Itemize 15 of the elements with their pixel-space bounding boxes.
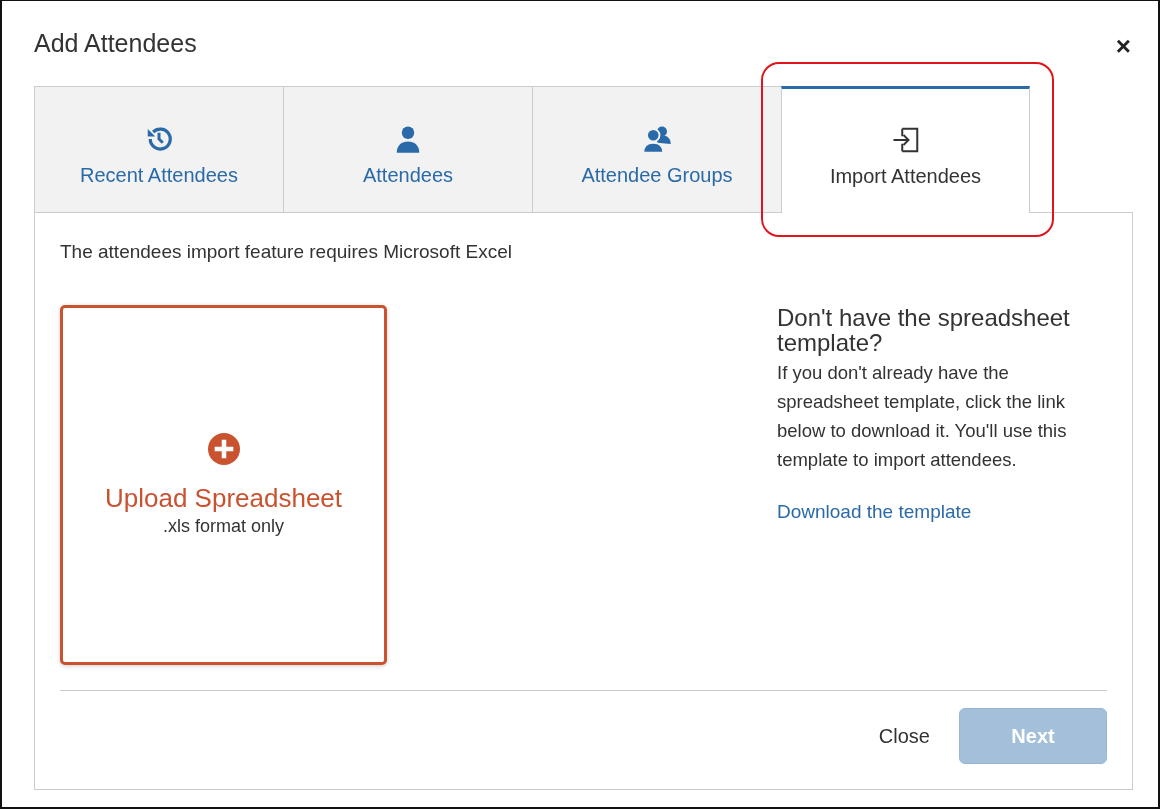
tab[interactable]: Attendees — [283, 86, 532, 213]
tab[interactable]: Recent Attendees — [34, 86, 283, 213]
upload-title: Upload Spreadsheet — [104, 483, 343, 514]
upload-subtitle: .xls format only — [162, 516, 284, 537]
download-link[interactable]: Download the template — [777, 501, 972, 524]
upload-area[interactable]: Upload Spreadsheet .xls format only — [60, 305, 387, 665]
tab[interactable]: Import Attendees — [781, 86, 1030, 213]
notice-text: The attendees import feature requires Microsoft Excel — [60, 241, 513, 263]
help-heading: Don't have the spreadsheet template? — [777, 305, 1071, 356]
dialog-title: Add Attendees — [34, 29, 197, 58]
add-icon — [207, 433, 240, 465]
close-button[interactable]: × — [1113, 31, 1133, 62]
close-button[interactable]: Close — [872, 723, 936, 749]
tab[interactable]: Attendee Groups — [532, 86, 781, 213]
help-text: If you don't already have the spreadsheet template, click the link below to download it. You'll use this template to import attendees. — [777, 361, 1068, 473]
